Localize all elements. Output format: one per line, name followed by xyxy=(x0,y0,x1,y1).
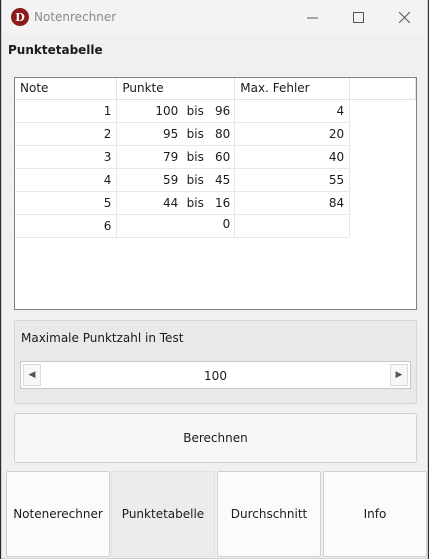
cell-max-fehler[interactable]: 55 xyxy=(234,168,351,192)
table-row[interactable]: 4 59 bis 45 55 xyxy=(15,168,416,192)
cell-note[interactable]: 3 xyxy=(15,145,118,169)
punkte-from xyxy=(150,217,178,231)
cell-punkte[interactable]: 100 bis 96 xyxy=(116,99,236,123)
table-row[interactable]: 3 79 bis 60 40 xyxy=(15,145,416,169)
cell-punkte[interactable]: 0 xyxy=(116,214,236,238)
punkte-to: 0 xyxy=(222,217,231,231)
column-header-note[interactable]: Note xyxy=(15,78,118,100)
cell-max-fehler[interactable] xyxy=(234,214,351,238)
cell-max-fehler[interactable]: 84 xyxy=(234,191,351,215)
cell-max-fehler[interactable]: 20 xyxy=(234,122,351,146)
minimize-button[interactable] xyxy=(289,0,335,34)
punkte-from: 95 xyxy=(163,126,179,141)
cell-note[interactable]: 4 xyxy=(15,168,118,192)
column-header-empty xyxy=(349,78,416,100)
tab-label: Durchschnitt xyxy=(230,507,308,521)
cell-max-fehler[interactable]: 4 xyxy=(234,99,351,123)
increase-button[interactable]: ▶ xyxy=(390,364,408,386)
column-header-punkte[interactable]: Punkte xyxy=(116,78,236,100)
punkte-separator: bis xyxy=(186,149,204,164)
table-row[interactable]: 6 0 xyxy=(15,214,416,238)
cell-max-fehler[interactable]: 40 xyxy=(234,145,351,169)
punkte-to: 80 xyxy=(215,126,231,141)
punkte-from: 79 xyxy=(163,149,179,164)
table-row[interactable]: 2 95 bis 80 20 xyxy=(15,122,416,146)
punkte-to: 45 xyxy=(215,172,231,187)
punkte-separator: bis xyxy=(186,195,204,210)
title-bar[interactable]: D Notenrechner xyxy=(2,0,427,34)
maximize-icon xyxy=(352,11,364,23)
cell-note[interactable]: 6 xyxy=(15,214,118,238)
calculate-button-label: Berechnen xyxy=(183,431,248,445)
window-title: Notenrechner xyxy=(34,10,117,24)
punkte-to: 60 xyxy=(215,149,231,164)
app-logo-icon: D xyxy=(11,8,29,26)
tab-info[interactable]: Info xyxy=(323,471,427,557)
column-header-max-fehler[interactable]: Max. Fehler xyxy=(234,78,351,100)
punkte-from: 100 xyxy=(155,103,179,118)
app-window: D Notenrechner Punktetabelle Note Punkte… xyxy=(1,0,428,559)
max-points-group: Maximale Punktzahl in Test ◀ 100 ▶ xyxy=(14,320,417,404)
punkte-separator: bis xyxy=(186,172,204,187)
tab-label: Info xyxy=(363,507,387,521)
punkte-separator xyxy=(178,217,212,231)
cell-punkte[interactable]: 59 bis 45 xyxy=(116,168,236,192)
cell-punkte[interactable]: 95 bis 80 xyxy=(116,122,236,146)
tab-punktetabelle[interactable]: Punktetabelle xyxy=(111,471,215,557)
cell-note[interactable]: 5 xyxy=(15,191,118,215)
max-points-slider[interactable]: ◀ 100 ▶ xyxy=(20,361,411,389)
maximize-button[interactable] xyxy=(335,0,381,34)
punkte-separator: bis xyxy=(186,126,204,141)
close-button[interactable] xyxy=(381,0,427,34)
cell-punkte[interactable]: 44 bis 16 xyxy=(116,191,236,215)
minimize-icon xyxy=(306,17,318,18)
tab-label: Notenerechner xyxy=(13,507,103,521)
table-row[interactable]: 5 44 bis 16 84 xyxy=(15,191,416,215)
tab-notenrechner[interactable]: Notenerechner xyxy=(6,471,110,557)
table-row[interactable]: 1 100 bis 96 4 xyxy=(15,99,416,123)
close-icon xyxy=(398,11,410,23)
punkte-from: 59 xyxy=(163,172,179,187)
tab-label: Punktetabelle xyxy=(121,507,205,521)
max-points-value: 100 xyxy=(204,369,227,383)
cell-punkte[interactable]: 79 bis 60 xyxy=(116,145,236,169)
points-table: Note Punkte Max. Fehler 1 100 bis 96 4 2 9… xyxy=(14,77,417,310)
section-title: Punktetabelle xyxy=(8,43,103,57)
max-points-label: Maximale Punktzahl in Test xyxy=(21,331,184,345)
punkte-to: 96 xyxy=(215,103,231,118)
punkte-from: 44 xyxy=(163,195,179,210)
chevron-right-icon: ▶ xyxy=(395,370,403,380)
punkte-separator: bis xyxy=(186,103,204,118)
tab-durchschnitt[interactable]: Durchschnitt xyxy=(217,471,321,557)
calculate-button[interactable]: Berechnen xyxy=(14,413,417,463)
cell-note[interactable]: 1 xyxy=(15,99,118,123)
punkte-to: 16 xyxy=(215,195,231,210)
bottom-tab-bar: Notenerechner Punktetabelle Durchschnitt… xyxy=(6,471,428,557)
cell-note[interactable]: 2 xyxy=(15,122,118,146)
